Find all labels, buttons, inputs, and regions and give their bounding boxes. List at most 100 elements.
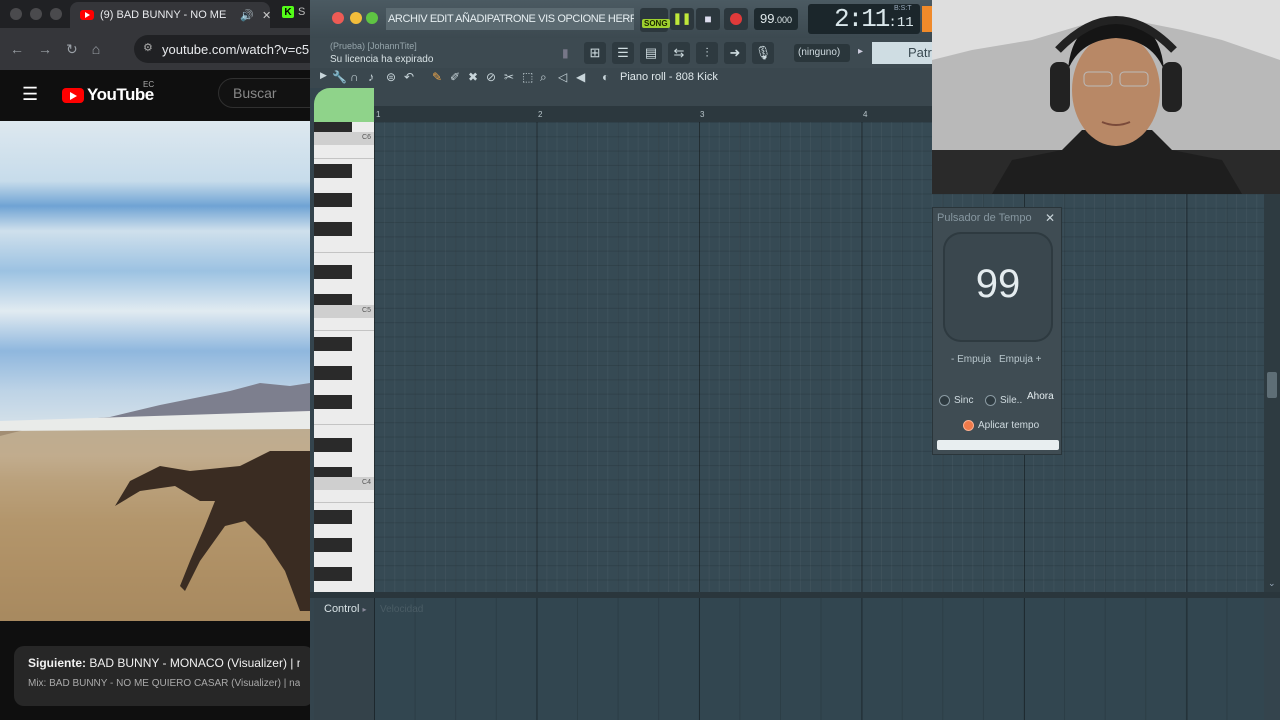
key-divider xyxy=(314,252,374,253)
kick-favicon-icon: K xyxy=(282,6,294,18)
vertical-scroll-thumb[interactable] xyxy=(1267,372,1277,398)
tapper-close-icon[interactable]: ✕ xyxy=(1045,211,1055,225)
window-zoom-dot[interactable] xyxy=(50,8,62,20)
window-minimize-dot[interactable] xyxy=(30,8,42,20)
time-main: 2:11 xyxy=(834,4,890,34)
undo-icon[interactable]: ↶ xyxy=(404,70,414,84)
black-key[interactable] xyxy=(314,366,352,380)
black-key[interactable] xyxy=(314,567,352,581)
reload-icon[interactable]: ↻ xyxy=(66,41,78,58)
back-icon[interactable]: ← xyxy=(10,41,24,57)
black-key[interactable] xyxy=(314,222,352,236)
black-key[interactable] xyxy=(314,337,352,351)
black-key[interactable] xyxy=(314,265,352,279)
fl-close-dot[interactable] xyxy=(332,12,344,24)
event-editor-grid[interactable] xyxy=(374,598,1264,720)
piano-roll-icon[interactable]: ▤ xyxy=(640,42,662,64)
search-input[interactable]: Buscar xyxy=(218,78,310,108)
stop-button[interactable]: ■ xyxy=(696,8,720,30)
stamp-icon[interactable]: ⊜ xyxy=(386,70,396,84)
octave-label: C5 xyxy=(362,307,371,314)
address-bar[interactable]: ⚙ youtube.com/watch?v=c5 xyxy=(134,35,310,63)
fl-main-menu[interactable]: ARCHIV EDIT AÑADIPATRONE VIS OPCIONE HER… xyxy=(386,8,634,30)
sync-radio[interactable] xyxy=(939,395,950,406)
playback-icon[interactable]: ◁ xyxy=(558,70,567,84)
window-close-dot[interactable] xyxy=(10,8,22,20)
up-next-card[interactable]: Siguiente: BAD BUNNY - MONACO (Visualize… xyxy=(14,646,310,706)
black-key[interactable] xyxy=(314,510,352,524)
piano-roll-title[interactable]: Piano roll - 808 Kick xyxy=(620,71,718,83)
tap-progress-bar[interactable] xyxy=(937,440,1059,450)
black-key[interactable] xyxy=(314,193,352,207)
record-button[interactable] xyxy=(724,8,748,30)
apply-tempo-radio[interactable] xyxy=(963,420,974,431)
site-info-icon[interactable]: ⚙ xyxy=(143,41,153,54)
speaker-icon[interactable]: 🔊 xyxy=(240,9,254,22)
nudge-plus-button[interactable]: Empuja + xyxy=(999,354,1042,365)
wrench-icon[interactable]: 🔧 xyxy=(332,70,347,84)
pattern-song-toggle[interactable]: SONG xyxy=(640,8,670,32)
speaker-pr-icon[interactable]: ◀ xyxy=(576,70,585,84)
tab-close-icon[interactable]: ✕ xyxy=(262,9,270,22)
select-icon[interactable]: ⬚ xyxy=(522,70,533,84)
tab-youtube[interactable]: (9) BAD BUNNY - NO ME 🔊 ✕ xyxy=(70,2,270,28)
pencil-icon[interactable]: ✎ xyxy=(432,70,442,84)
paint-icon[interactable]: ✐ xyxy=(450,70,460,84)
nudge-minus-button[interactable]: - Empuja xyxy=(951,354,991,365)
note-icon[interactable]: ♪ xyxy=(368,70,374,84)
key-divider xyxy=(314,330,374,331)
playlist-icon[interactable]: ⊞ xyxy=(584,42,606,64)
fl-zoom-dot[interactable] xyxy=(366,12,378,24)
sync-label: Sinc xyxy=(954,395,974,406)
fl-minimize-dot[interactable] xyxy=(350,12,362,24)
hamburger-menu-icon[interactable]: ☰ xyxy=(22,84,38,105)
now-button[interactable]: Ahora xyxy=(1027,391,1057,409)
delete-icon[interactable]: ✖ xyxy=(468,70,478,84)
control-text: Control xyxy=(324,603,360,615)
audition-icon[interactable]: ◐ xyxy=(602,70,609,84)
tempo-tapper-title: Pulsador de Tempo xyxy=(937,212,1032,224)
home-icon[interactable]: ⌂ xyxy=(92,41,100,57)
pr-menu-arrow-icon[interactable]: ▶ xyxy=(320,70,327,81)
time-sub: :11 xyxy=(888,15,914,31)
silent-radio[interactable] xyxy=(985,395,996,406)
forward-icon[interactable]: → xyxy=(38,41,52,57)
black-key[interactable] xyxy=(314,438,352,452)
up-next-prefix: Siguiente: xyxy=(28,656,87,670)
bar-number: 4 xyxy=(863,110,868,119)
tempo-fraction: .000 xyxy=(774,15,792,25)
video-player[interactable] xyxy=(0,121,310,621)
hint-bar-title: (Prueba) [JohannTite] xyxy=(330,41,417,51)
youtube-logo[interactable]: YouTube xyxy=(62,85,154,105)
control-parameter: Velocidad xyxy=(380,604,424,615)
browser-tab-bar: (9) BAD BUNNY - NO ME 🔊 ✕ K S xyxy=(0,0,310,28)
output-select[interactable]: (ninguno) xyxy=(794,44,850,62)
video-frame-horse xyxy=(0,383,310,621)
bar-number: 1 xyxy=(376,110,381,119)
tap-pad[interactable]: 99 xyxy=(943,232,1053,342)
channel-rack-icon[interactable]: ☰ xyxy=(612,42,634,64)
black-key[interactable] xyxy=(314,538,352,552)
magnet-icon[interactable]: ∩ xyxy=(350,70,359,84)
bar-number: 2 xyxy=(538,110,543,119)
note-color-selector[interactable] xyxy=(314,88,374,122)
zoom-icon[interactable]: ⌕ xyxy=(540,70,547,85)
browser-icon[interactable]: ⇆ xyxy=(668,42,690,64)
tab-kick[interactable]: K S xyxy=(282,6,305,18)
control-label[interactable]: Control ▸ xyxy=(324,603,367,615)
black-key[interactable] xyxy=(314,122,352,132)
play-pause-button[interactable]: ❚❚ xyxy=(670,8,694,30)
slice-icon[interactable]: ✂ xyxy=(504,70,514,84)
microphone-icon[interactable]: 🎙 xyxy=(752,42,774,64)
scroll-down-icon[interactable]: ⌄ xyxy=(1268,578,1276,589)
mute-icon[interactable]: ⊘ xyxy=(486,70,496,84)
arrow-icon[interactable]: ➜ xyxy=(724,42,746,64)
piano-keyboard[interactable]: C6 C5 C4 xyxy=(314,122,374,592)
mixer-icon[interactable]: ⫶ xyxy=(696,42,718,64)
tempo-display[interactable]: 99.000 xyxy=(754,8,798,30)
pattern-arrow-icon[interactable]: ▸ xyxy=(858,46,863,57)
horizontal-scrollbar[interactable] xyxy=(374,88,940,106)
black-key[interactable] xyxy=(314,395,352,409)
black-key[interactable] xyxy=(314,164,352,178)
key-divider xyxy=(314,424,374,425)
